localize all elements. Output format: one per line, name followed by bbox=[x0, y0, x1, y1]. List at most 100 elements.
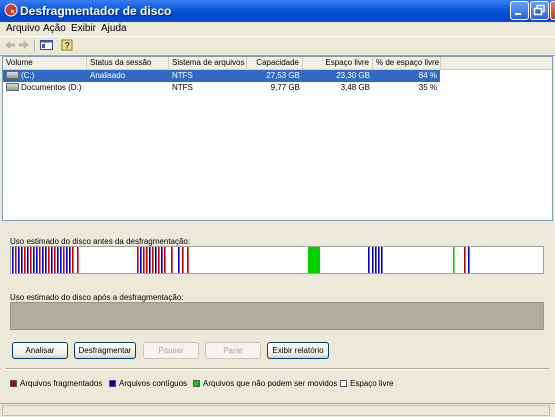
legend-free-space: Espaço livre bbox=[340, 379, 394, 388]
legend-fragmented-label: Arquivos fragmentados bbox=[20, 379, 103, 388]
fragment-stripe bbox=[33, 247, 35, 273]
fragment-stripe bbox=[66, 247, 68, 273]
column-header-percent-free[interactable]: % de espaço livre bbox=[373, 57, 441, 69]
fragment-stripe bbox=[51, 247, 53, 273]
fragment-stripe bbox=[27, 247, 29, 273]
fragment-stripe bbox=[72, 247, 74, 273]
fragment-stripe bbox=[187, 247, 189, 273]
analyze-button[interactable]: Analisar bbox=[12, 342, 68, 359]
fragment-stripe bbox=[468, 247, 470, 273]
minimize-icon bbox=[515, 13, 521, 15]
stop-button[interactable]: Parar bbox=[205, 342, 261, 359]
fragment-stripe bbox=[146, 247, 148, 273]
volume-row[interactable]: (C:) Analisado NTFS 27,53 GB 23,30 GB 84… bbox=[3, 70, 440, 82]
pause-button[interactable]: Pausar bbox=[143, 342, 199, 359]
toolbar: ? bbox=[0, 36, 555, 56]
fragment-stripe bbox=[48, 247, 50, 273]
fragment-stripe bbox=[54, 247, 56, 273]
volume-file-system: NTFS bbox=[172, 71, 193, 80]
column-header-session-status[interactable]: Status da sessão bbox=[87, 57, 169, 69]
fragment-stripe bbox=[77, 247, 79, 273]
fragment-stripe bbox=[155, 247, 157, 273]
fragment-stripe bbox=[178, 247, 180, 273]
fragment-stripe bbox=[372, 247, 374, 273]
fragment-stripe bbox=[182, 247, 184, 273]
status-bar bbox=[0, 403, 555, 417]
volume-capacity: 9,77 GB bbox=[270, 83, 300, 92]
after-defrag-usage-bar bbox=[10, 302, 544, 330]
fragment-stripe bbox=[171, 247, 173, 273]
volume-free-space: 23,30 GB bbox=[336, 71, 370, 80]
volume-percent-free: 84 % bbox=[418, 71, 437, 80]
legend-contiguous: Arquivos contíguos bbox=[109, 379, 187, 388]
fragment-stripe bbox=[60, 247, 62, 273]
svg-text:?: ? bbox=[65, 41, 71, 51]
volume-row[interactable]: Documentos (D:) NTFS 9,77 GB 3,48 GB 35 … bbox=[3, 82, 440, 94]
close-button[interactable] bbox=[550, 1, 555, 20]
fragment-stripe bbox=[63, 247, 65, 273]
defragment-button[interactable]: Desfragmentar bbox=[74, 342, 136, 359]
defrag-app-icon bbox=[4, 3, 18, 17]
back-arrow-icon[interactable] bbox=[4, 38, 16, 53]
column-header-file-system[interactable]: Sistema de arquivos bbox=[169, 57, 247, 69]
column-header-free-space[interactable]: Espaço livre bbox=[303, 57, 373, 69]
fragment-stripe bbox=[45, 247, 47, 273]
contiguous-color-swatch bbox=[109, 380, 116, 387]
fragment-stripe bbox=[143, 247, 145, 273]
maximize-button[interactable] bbox=[530, 1, 549, 20]
minimize-button[interactable] bbox=[510, 1, 529, 20]
before-defrag-label: Uso estimado do disco antes da desfragme… bbox=[10, 237, 191, 246]
legend-contiguous-label: Arquivos contíguos bbox=[119, 379, 188, 388]
fragment-stripe bbox=[164, 247, 166, 273]
help-icon[interactable]: ? bbox=[61, 38, 74, 53]
volume-name: (C:) bbox=[21, 71, 35, 80]
toolbar-separator bbox=[34, 39, 36, 52]
fragment-stripe bbox=[21, 247, 23, 273]
volume-free-space: 3,48 GB bbox=[340, 83, 370, 92]
menu-ajuda[interactable]: Ajuda bbox=[101, 23, 127, 34]
fragment-stripe bbox=[381, 247, 383, 273]
fragment-stripe bbox=[30, 247, 32, 273]
menu-acao[interactable]: Ação bbox=[43, 23, 66, 34]
after-defrag-label: Uso estimado do disco após a desfragment… bbox=[10, 293, 184, 302]
volume-file-system: NTFS bbox=[172, 83, 193, 92]
legend-unmovable-label: Arquivos que não podem ser movidos bbox=[203, 379, 338, 388]
fragment-stripe bbox=[69, 247, 71, 273]
fragment-stripe bbox=[42, 247, 44, 273]
fragment-stripe bbox=[140, 247, 142, 273]
fragment-stripe bbox=[368, 247, 370, 273]
fragment-stripe bbox=[158, 247, 160, 273]
show-hide-console-tree-icon[interactable] bbox=[40, 38, 53, 53]
volume-list: Volume Status da sessão Sistema de arqui… bbox=[2, 56, 553, 221]
hard-drive-icon bbox=[6, 71, 19, 79]
unmovable-block bbox=[308, 247, 320, 273]
column-header-volume[interactable]: Volume bbox=[3, 57, 87, 69]
legend-fragmented: Arquivos fragmentados bbox=[10, 379, 102, 388]
forward-arrow-icon[interactable] bbox=[18, 38, 30, 53]
menu-arquivo[interactable]: Arquivo bbox=[6, 23, 40, 34]
fragment-stripe bbox=[39, 247, 41, 273]
volume-capacity: 27,53 GB bbox=[266, 71, 300, 80]
legend-unmovable: Arquivos que não podem ser movidos bbox=[193, 379, 337, 388]
column-header-capacity[interactable]: Capacidade bbox=[247, 57, 303, 69]
fragment-stripe bbox=[18, 247, 20, 273]
volume-name: Documentos (D:) bbox=[21, 83, 82, 92]
restore-icon bbox=[533, 4, 545, 16]
fragment-stripe bbox=[375, 247, 377, 273]
fragment-stripe bbox=[453, 247, 455, 273]
free-space-color-swatch bbox=[340, 380, 347, 387]
fragment-stripe bbox=[378, 247, 380, 273]
view-report-button[interactable]: Exibir relatório bbox=[267, 342, 329, 359]
before-defrag-map bbox=[12, 247, 470, 273]
fragment-stripe bbox=[464, 247, 466, 273]
fragment-stripe bbox=[149, 247, 151, 273]
title-bar[interactable]: Desfragmentador de disco bbox=[0, 0, 555, 22]
volume-list-header: Volume Status da sessão Sistema de arqui… bbox=[3, 57, 552, 70]
fragmented-color-swatch bbox=[10, 380, 17, 387]
fragment-stripe bbox=[24, 247, 26, 273]
legend-free-space-label: Espaço livre bbox=[350, 379, 394, 388]
fragment-stripe bbox=[137, 247, 139, 273]
window-title: Desfragmentador de disco bbox=[20, 4, 172, 18]
fragment-stripe bbox=[15, 247, 17, 273]
menu-exibir[interactable]: Exibir bbox=[71, 23, 96, 34]
